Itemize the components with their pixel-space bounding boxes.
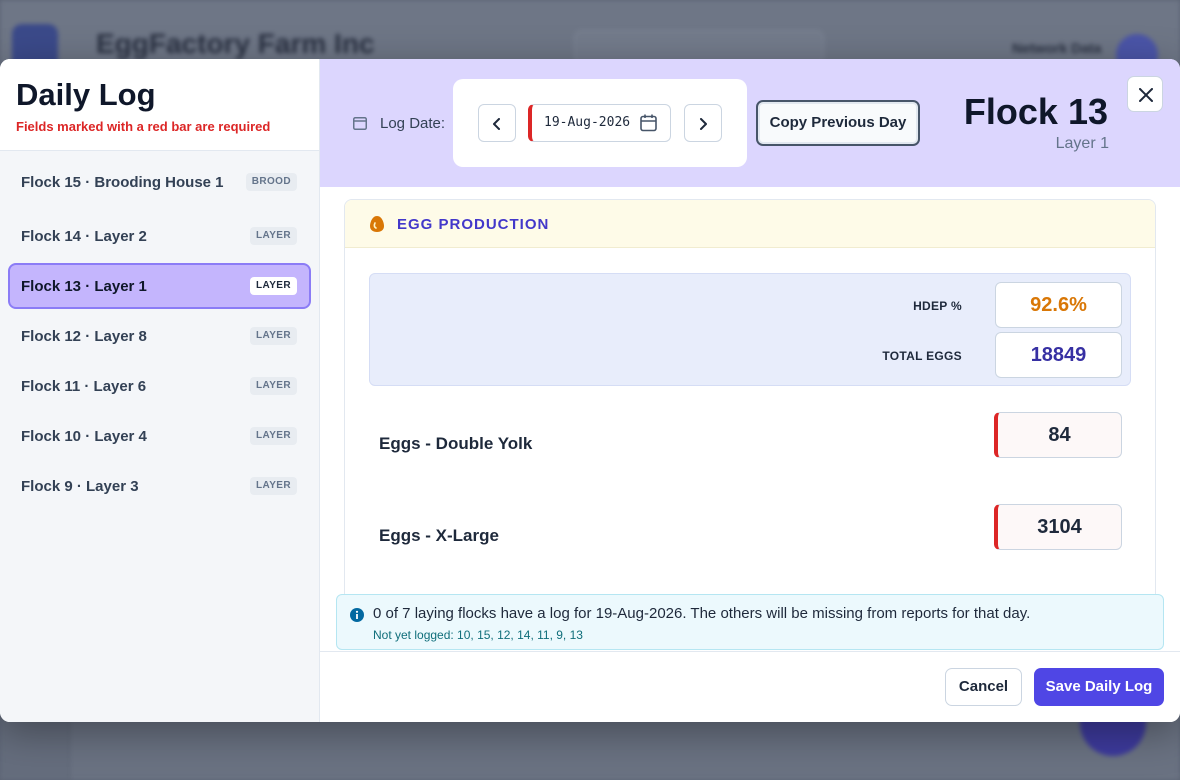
x-large-input[interactable]: 3104 [994,504,1122,550]
flock-item-label: Flock 10 · Layer 4 [21,428,147,445]
modal-footer: Cancel Save Daily Log [320,651,1180,722]
close-icon [1139,88,1153,102]
flock-item[interactable]: Flock 10 · Layer 4 LAYER [8,413,311,459]
missing-logs-notice: 0 of 7 laying flocks have a log for 19-A… [336,594,1164,650]
close-button[interactable] [1127,76,1163,112]
flock-type-badge: LAYER [250,277,297,295]
total-eggs-label: TOTAL EGGS [882,349,962,363]
copy-previous-day-button[interactable]: Copy Previous Day [756,100,920,146]
total-eggs-value: 18849 [995,332,1122,378]
save-daily-log-button[interactable]: Save Daily Log [1034,668,1164,706]
double-yolk-input[interactable]: 84 [994,412,1122,458]
background-app-title: EggFactory Farm Inc [96,28,375,59]
next-day-button[interactable] [684,104,722,142]
hdep-label: HDEP % [913,299,962,313]
hdep-value: 92.6% [995,282,1122,328]
flock-type-badge: LAYER [250,327,297,345]
double-yolk-label: Eggs - Double Yolk [379,434,533,453]
chevron-right-icon [700,118,707,130]
flock-item-label: Flock 13 · Layer 1 [21,278,147,295]
flock-type-badge: LAYER [250,377,297,395]
info-icon [350,608,364,622]
flock-item[interactable]: Flock 9 · Layer 3 LAYER [8,463,311,509]
flock-item-label: Flock 11 · Layer 6 [21,378,147,395]
date-picker-group: 19-Aug-2026 [453,79,747,167]
daily-log-modal: Daily Log Fields marked with a red bar a… [0,59,1180,722]
selected-flock-subtitle: Layer 1 [1055,135,1109,152]
background-user-name: Network Data [1012,40,1102,56]
flock-sidebar: Daily Log Fields marked with a red bar a… [0,59,320,722]
flock-type-badge: LAYER [250,227,297,245]
log-date-input[interactable]: 19-Aug-2026 [528,104,671,142]
flock-type-badge: LAYER [250,427,297,445]
previous-day-button[interactable] [478,104,516,142]
required-note: Fields marked with a red bar are require… [16,119,271,134]
x-large-label: Eggs - X-Large [379,526,499,545]
section-title: EGG PRODUCTION [397,216,550,233]
calendar-picker-icon [640,114,657,132]
log-header: Log Date: 19-Aug-2026 Copy Previous Day … [320,59,1180,187]
flock-item-selected[interactable]: Flock 13 · Layer 1 LAYER [8,263,311,309]
chevron-left-icon [493,118,500,130]
flock-type-badge: BROOD [245,173,297,191]
flock-item[interactable]: Flock 14 · Layer 2 LAYER [8,213,311,259]
production-stats: HDEP % 92.6% TOTAL EGGS 18849 [369,273,1131,386]
flock-item[interactable]: Flock 11 · Layer 6 LAYER [8,363,311,409]
flock-item[interactable]: Flock 15 · Brooding House 1 BROOD [8,159,311,205]
log-date-label: Log Date: [380,115,446,132]
flock-item-label: Flock 15 · Brooding House 1 [21,174,224,191]
calendar-icon [353,117,367,130]
log-panel: Log Date: 19-Aug-2026 Copy Previous Day … [320,59,1180,722]
egg-icon [370,216,384,232]
flock-item-label: Flock 12 · Layer 8 [21,328,147,345]
flock-item-label: Flock 9 · Layer 3 [21,478,139,495]
flock-item-label: Flock 14 · Layer 2 [21,228,147,245]
flock-item[interactable]: Flock 12 · Layer 8 LAYER [8,313,311,359]
section-header: EGG PRODUCTION [345,200,1155,248]
cancel-button[interactable]: Cancel [945,668,1022,706]
modal-title: Daily Log [16,77,156,112]
missing-logs-message: 0 of 7 laying flocks have a log for 19-A… [373,605,1031,622]
modal-header-left: Daily Log Fields marked with a red bar a… [0,59,319,151]
selected-flock-title: Flock 13 [963,91,1108,132]
not-logged-list: Not yet logged: 10, 15, 12, 14, 11, 9, 1… [373,628,583,642]
flock-type-badge: LAYER [250,477,297,495]
log-date-value: 19-Aug-2026 [544,115,631,130]
egg-production-section: EGG PRODUCTION HDEP % 92.6% TOTAL EGGS 1… [344,199,1156,619]
